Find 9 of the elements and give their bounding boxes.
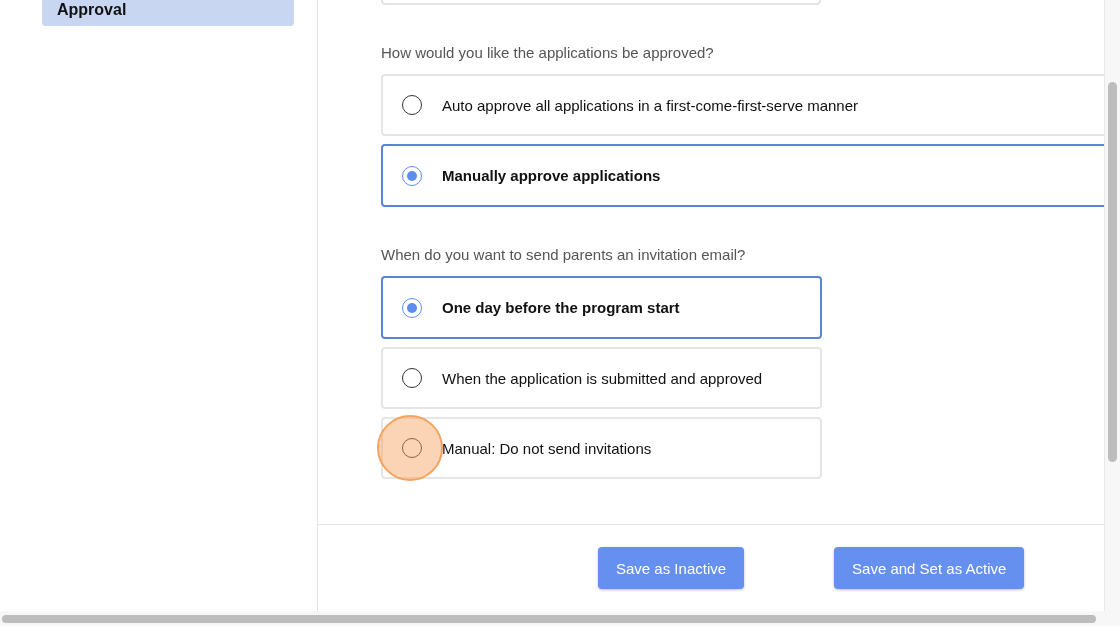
radio-option[interactable]: Auto approve all applications in a first-come-first-serve manner xyxy=(381,74,1104,136)
question-label: How would you like the applications be approved? xyxy=(381,43,715,63)
sidebar-item[interactable]: Approval xyxy=(42,0,294,26)
scrollbar-thumb[interactable] xyxy=(2,615,1096,623)
radio-option[interactable]: Manually approve applications xyxy=(381,144,1104,207)
radio-option[interactable]: One day before the program start xyxy=(381,276,822,339)
radio-option[interactable]: When the application is submitted and approved xyxy=(381,347,822,409)
question-label: When do you want to send parents an invitation email? xyxy=(381,245,747,265)
scrollbar-thumb[interactable] xyxy=(1108,82,1117,462)
